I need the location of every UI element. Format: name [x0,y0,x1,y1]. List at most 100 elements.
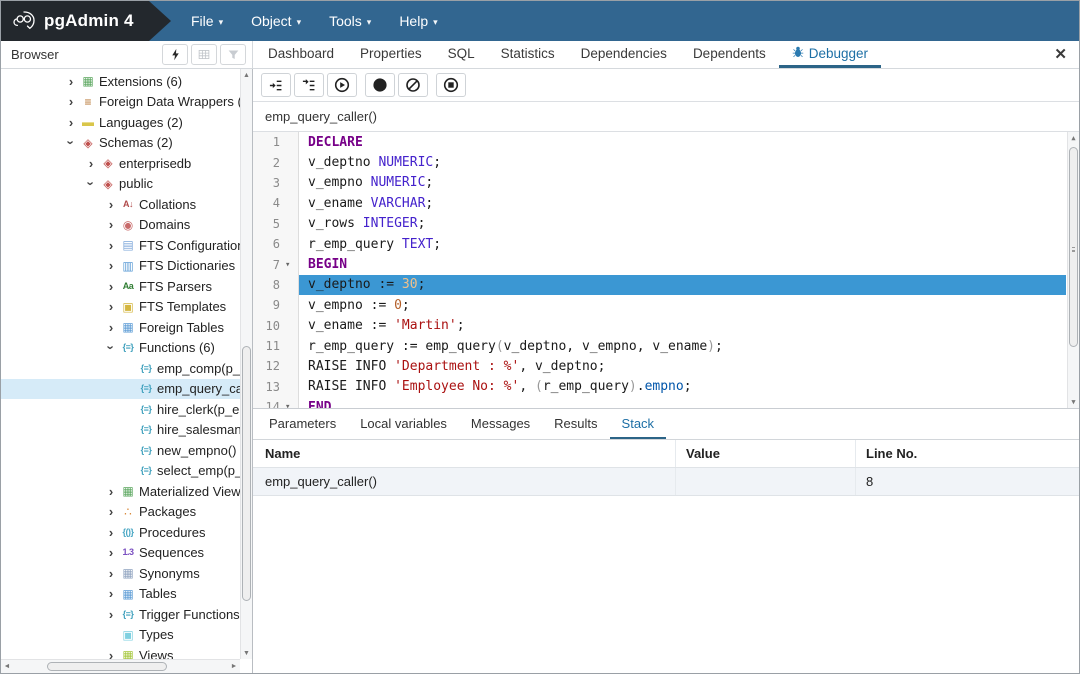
tree-item-fts-parsers[interactable]: ›AaFTS Parsers [1,276,240,297]
line-number[interactable]: 9 [253,295,285,315]
menu-file[interactable]: File▾ [191,13,223,29]
tree-item-hire-salesman[interactable]: {≡}hire_salesman( [1,420,240,441]
chevron-collapsed-icon[interactable]: › [103,258,119,273]
editor-vscroll-thumb[interactable] [1069,147,1078,347]
step-into-button[interactable] [261,73,291,97]
pgadmin-logo[interactable]: pgAdmin 4 [1,1,171,41]
table-row[interactable]: emp_query_caller()8 [253,468,1079,496]
scroll-left-icon[interactable]: ◄ [1,660,13,673]
code-editor[interactable]: 1DECLARE2v_deptno NUMERIC;3v_empno NUMER… [253,132,1079,409]
bolt-button[interactable] [162,44,188,65]
tree-item-views[interactable]: ›▦Views [1,645,240,659]
tree-item-materialized-views[interactable]: ›▦Materialized Views [1,481,240,502]
line-number[interactable]: 3 [253,173,285,193]
tree-item-foreign-data-wrappers-2[interactable]: ›≡Foreign Data Wrappers (2 [1,92,240,113]
scroll-right-icon[interactable]: ► [228,660,240,673]
tree-item-collations[interactable]: ›A↓Collations [1,194,240,215]
line-number[interactable]: 7 [253,254,285,274]
tree-horizontal-scrollbar[interactable]: ◄ ► [1,659,240,673]
stop-button[interactable] [436,73,466,97]
chevron-collapsed-icon[interactable]: › [83,156,99,171]
chevron-collapsed-icon[interactable]: › [63,94,79,109]
chevron-collapsed-icon[interactable]: › [103,484,119,499]
tree-item-fts-templates[interactable]: ›▣FTS Templates [1,297,240,318]
tab-dependents[interactable]: Dependents [680,41,779,68]
tree-item-new-empno[interactable]: {≡}new_empno() [1,440,240,461]
chevron-collapsed-icon[interactable]: › [103,648,119,659]
line-number[interactable]: 5 [253,214,285,234]
scroll-up-icon[interactable]: ▲ [241,69,252,81]
tab-dashboard[interactable]: Dashboard [255,41,347,68]
tree-item-packages[interactable]: ›∴Packages [1,502,240,523]
chevron-collapsed-icon[interactable]: › [103,525,119,540]
tree-item-foreign-tables[interactable]: ›▦Foreign Tables [1,317,240,338]
tab-results[interactable]: Results [542,409,609,439]
line-number[interactable]: 8 [253,275,285,295]
menu-help[interactable]: Help▾ [399,13,437,29]
fold-marker-icon[interactable]: ▾ [285,254,299,274]
tab-statistics[interactable]: Statistics [488,41,568,68]
grid-button[interactable] [191,44,217,65]
tree-item-procedures[interactable]: ›{()}Procedures [1,522,240,543]
tree-item-public[interactable]: ›◈public [1,174,240,195]
line-number[interactable]: 2 [253,152,285,172]
tab-properties[interactable]: Properties [347,41,435,68]
tab-stack[interactable]: Stack [610,409,667,439]
step-over-button[interactable] [294,73,324,97]
line-number[interactable]: 13 [253,377,285,397]
chevron-collapsed-icon[interactable]: › [103,504,119,519]
continue-button[interactable] [327,73,357,97]
editor-vertical-scrollbar[interactable]: ▲ ▼ [1067,132,1079,408]
tree-hscroll-thumb[interactable] [47,662,167,671]
chevron-collapsed-icon[interactable]: › [103,279,119,294]
tree-item-synonyms[interactable]: ›▦Synonyms [1,563,240,584]
tree-item-extensions-6[interactable]: ›▦Extensions (6) [1,71,240,92]
tree-item-trigger-functions[interactable]: ›{≡}Trigger Functions [1,604,240,625]
tree-item-functions-6[interactable]: ›{≡}Functions (6) [1,338,240,359]
tree-item-emp-query-cal[interactable]: {≡}emp_query_cal [1,379,240,400]
chevron-expanded-icon[interactable]: › [64,135,79,151]
tree-item-schemas-2[interactable]: ›◈Schemas (2) [1,133,240,154]
tab-dependencies[interactable]: Dependencies [568,41,680,68]
tab-sql[interactable]: SQL [435,41,488,68]
line-number[interactable]: 14 [253,397,285,408]
chevron-collapsed-icon[interactable]: › [103,238,119,253]
line-number[interactable]: 1 [253,132,285,152]
chevron-expanded-icon[interactable]: › [104,340,119,356]
chevron-collapsed-icon[interactable]: › [63,74,79,89]
tree-item-domains[interactable]: ›◉Domains [1,215,240,236]
tree-item-fts-configurations[interactable]: ›▤FTS Configurations [1,235,240,256]
line-number[interactable]: 12 [253,356,285,376]
line-number[interactable]: 10 [253,316,285,336]
scroll-down-icon[interactable]: ▼ [1068,396,1079,408]
tree-item-sequences[interactable]: ›1.3Sequences [1,543,240,564]
fold-marker-icon[interactable]: ▾ [285,397,299,408]
chevron-expanded-icon[interactable]: › [84,176,99,192]
tree-vscroll-thumb[interactable] [242,346,251,601]
chevron-collapsed-icon[interactable]: › [63,115,79,130]
tree-item-languages-2[interactable]: ›▬Languages (2) [1,112,240,133]
tree-item-emp-comp-p-s[interactable]: {≡}emp_comp(p_s [1,358,240,379]
line-number[interactable]: 6 [253,234,285,254]
tree-item-types[interactable]: ›▣Types [1,625,240,646]
tab-local-variables[interactable]: Local variables [348,409,459,439]
tree-item-tables[interactable]: ›▦Tables [1,584,240,605]
chevron-collapsed-icon[interactable]: › [103,586,119,601]
chevron-collapsed-icon[interactable]: › [103,607,119,622]
chevron-collapsed-icon[interactable]: › [103,299,119,314]
chevron-collapsed-icon[interactable]: › [103,197,119,212]
tree-item-select-emp-p-e[interactable]: {≡}select_emp(p_e [1,461,240,482]
tab-debugger[interactable]: Debugger [779,41,881,68]
chevron-collapsed-icon[interactable]: › [103,566,119,581]
line-number[interactable]: 11 [253,336,285,356]
line-number[interactable]: 4 [253,193,285,213]
tab-parameters[interactable]: Parameters [257,409,348,439]
close-icon[interactable]: ✕ [1054,45,1067,63]
funnel-button[interactable] [220,44,246,65]
toggle-breakpoint-button[interactable] [365,73,395,97]
tree-item-enterprisedb[interactable]: ›◈enterprisedb [1,153,240,174]
chevron-collapsed-icon[interactable]: › [103,217,119,232]
tree-vertical-scrollbar[interactable]: ▲ ▼ [240,69,252,659]
scroll-up-icon[interactable]: ▲ [1068,132,1079,144]
menu-object[interactable]: Object▾ [251,13,301,29]
